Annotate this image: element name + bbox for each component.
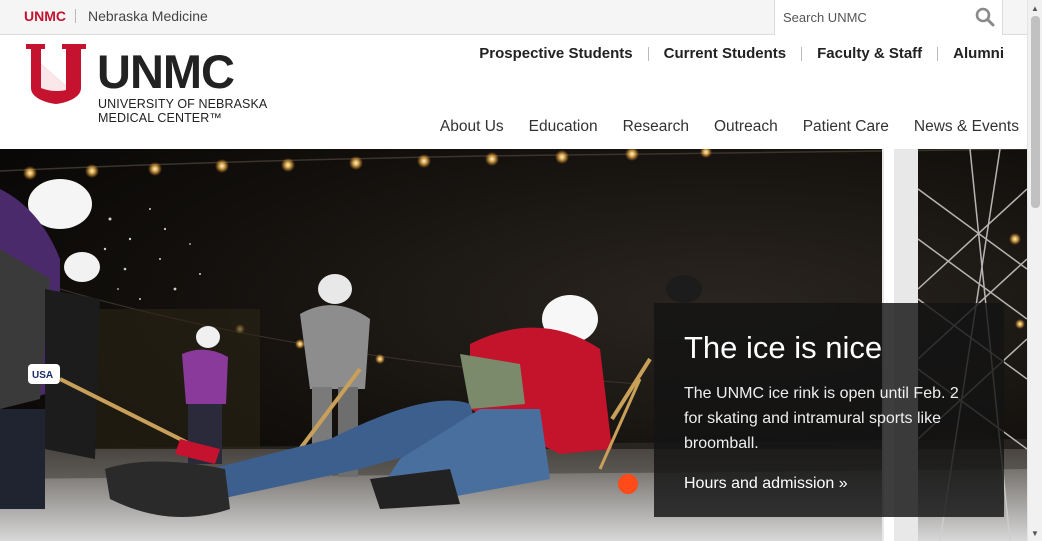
hero-title: The ice is nice [684,330,883,365]
search-box [774,0,1003,35]
unmc-link[interactable]: UNMC [24,8,66,24]
scroll-up-arrow-icon[interactable]: ▲ [1031,4,1039,13]
nav-faculty-staff[interactable]: Faculty & Staff [817,45,922,62]
search-icon[interactable] [974,6,996,28]
logo-subtitle: UNIVERSITY OF NEBRASKA MEDICAL CENTER™ [98,97,267,125]
main-nav: About Us Education Research Outreach Pat… [415,118,1019,136]
nav-divider [801,46,803,61]
nav-about-us[interactable]: About Us [440,118,504,136]
logo-subtitle-line-1: UNIVERSITY OF NEBRASKA [98,97,268,111]
nav-prospective-students[interactable]: Prospective Students [479,45,632,62]
hours-admission-link[interactable]: Hours and admission » [684,475,974,493]
nav-patient-care[interactable]: Patient Care [803,118,889,136]
scroll-down-arrow-icon[interactable]: ▼ [1031,529,1039,538]
utility-divider [75,9,76,23]
search-input[interactable] [775,0,965,34]
nav-divider [937,46,939,61]
logo-wordmark: UNMC [97,45,235,98]
utility-bar: UNMC Nebraska Medicine [0,0,1027,35]
nav-outreach[interactable]: Outreach [714,118,778,136]
nav-alumni[interactable]: Alumni [953,45,1004,62]
unmc-n-emblem-icon [26,44,86,104]
audience-nav: Prospective Students Current Students Fa… [479,45,1004,62]
helmet-usa-text: USA [32,370,53,381]
page-scrollbar[interactable]: ▲ ▼ [1027,0,1042,541]
hero-banner[interactable]: USA The ice is nice The UNMC ice rink is… [0,149,1027,541]
logo-subtitle-line-2: MEDICAL CENTER™ [98,111,222,125]
scrollbar-thumb[interactable] [1031,16,1040,208]
nav-research[interactable]: Research [623,118,689,136]
nav-divider [647,46,649,61]
nav-education[interactable]: Education [529,118,598,136]
hero-body: The UNMC ice rink is open until Feb. 2 f… [684,385,959,453]
nav-news-events[interactable]: News & Events [914,118,1019,136]
nav-current-students[interactable]: Current Students [664,45,787,62]
hero-caption: The ice is nice The UNMC ice rink is ope… [654,303,1004,517]
nebraska-medicine-link[interactable]: Nebraska Medicine [88,8,208,24]
